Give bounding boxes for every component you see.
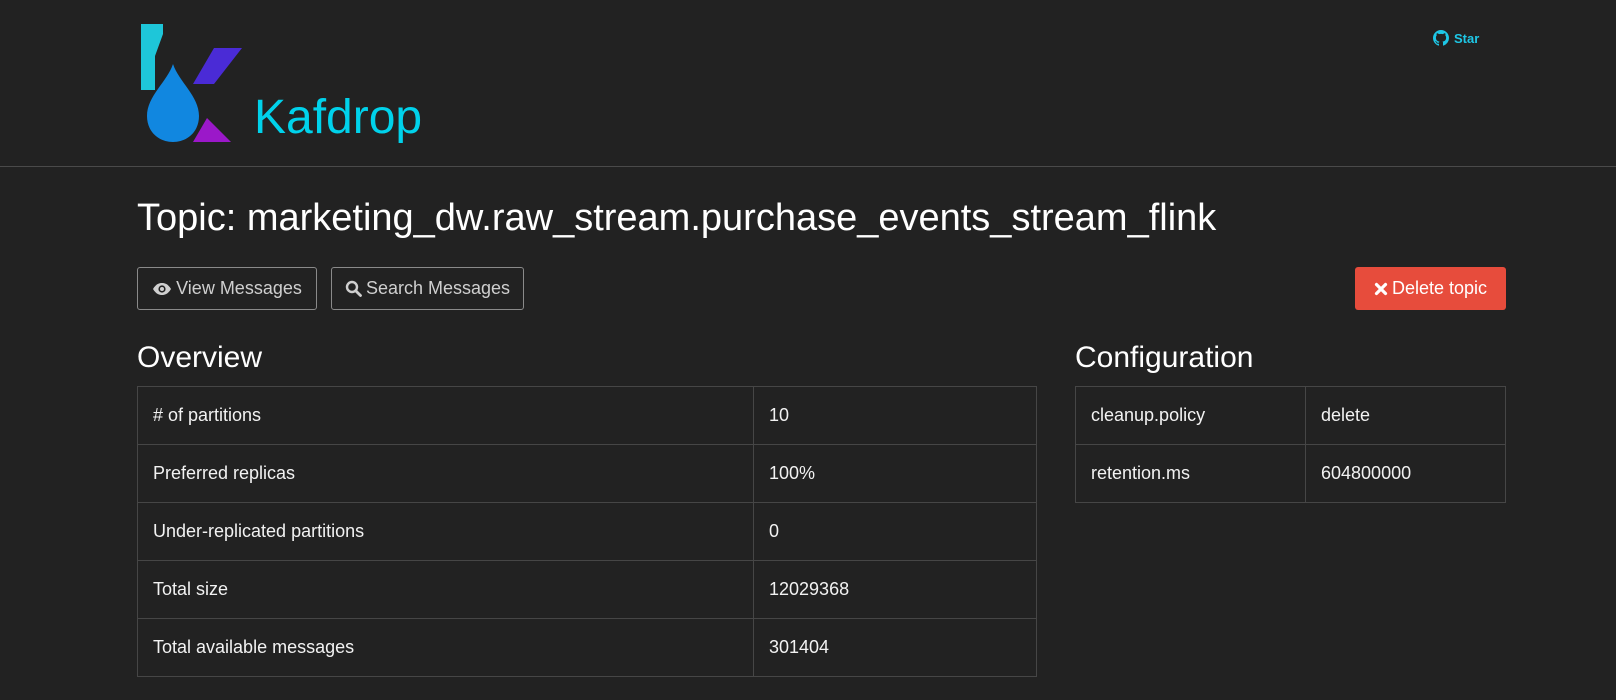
configuration-heading: Configuration <box>1075 341 1254 374</box>
preferred-replicas-label: Preferred replicas <box>137 444 754 503</box>
configuration-table: cleanup.policy delete retention.ms 60480… <box>1075 386 1506 503</box>
table-row: Total available messages 301404 <box>137 618 1037 677</box>
delete-topic-button[interactable]: Delete topic <box>1355 267 1506 310</box>
view-messages-button[interactable]: View Messages <box>137 267 317 310</box>
retention-ms-label: retention.ms <box>1075 444 1306 503</box>
preferred-replicas-value: 100% <box>753 444 1037 503</box>
search-icon <box>345 280 362 297</box>
page-title: Topic: marketing_dw.raw_stream.purchase_… <box>137 197 1217 239</box>
retention-ms-value: 604800000 <box>1305 444 1506 503</box>
table-row: Under-replicated partitions 0 <box>137 502 1037 561</box>
view-messages-label: View Messages <box>176 278 302 298</box>
total-messages-value: 301404 <box>753 618 1037 677</box>
total-messages-label: Total available messages <box>137 618 754 677</box>
table-row: cleanup.policy delete <box>1075 386 1506 445</box>
eye-icon <box>152 282 172 296</box>
kafdrop-logo-icon <box>141 24 242 142</box>
close-icon <box>1374 282 1388 296</box>
under-replicated-value: 0 <box>753 502 1037 561</box>
partitions-label: # of partitions <box>137 386 754 445</box>
cleanup-policy-value: delete <box>1305 386 1506 445</box>
table-row: Total size 12029368 <box>137 560 1037 619</box>
search-messages-button[interactable]: Search Messages <box>331 267 524 310</box>
delete-topic-label: Delete topic <box>1391 278 1488 298</box>
table-row: # of partitions 10 <box>137 386 1037 445</box>
overview-heading: Overview <box>137 341 263 374</box>
brand-title[interactable]: Kafdrop <box>254 94 422 142</box>
under-replicated-label: Under-replicated partitions <box>137 502 754 561</box>
overview-table: # of partitions 10 Preferred replicas 10… <box>137 386 1037 677</box>
total-size-label: Total size <box>137 560 754 619</box>
header: Kafdrop Star <box>0 0 1616 167</box>
table-row: retention.ms 604800000 <box>1075 444 1506 503</box>
search-messages-label: Search Messages <box>365 278 511 298</box>
cleanup-policy-label: cleanup.policy <box>1075 386 1306 445</box>
partitions-value: 10 <box>753 386 1037 445</box>
total-size-value: 12029368 <box>753 560 1037 619</box>
github-star-button[interactable]: Star <box>1433 30 1479 46</box>
star-label: Star <box>1454 30 1480 46</box>
github-icon <box>1433 30 1449 46</box>
table-row: Preferred replicas 100% <box>137 444 1037 503</box>
